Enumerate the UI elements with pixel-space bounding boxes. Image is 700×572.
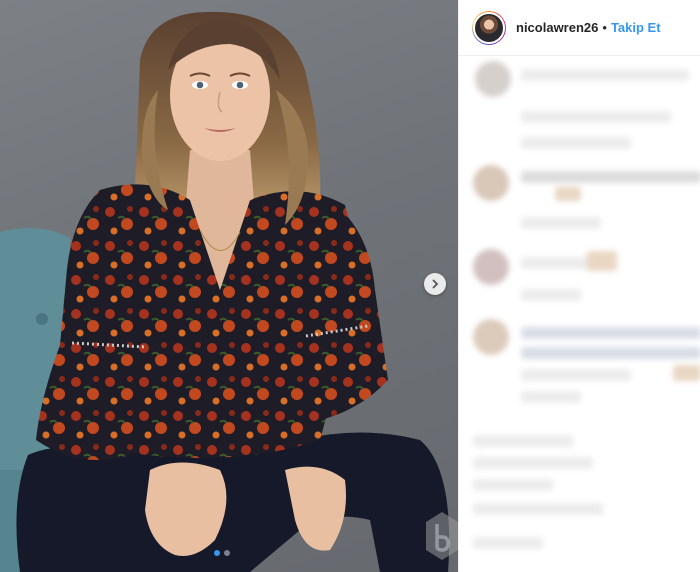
post-side-panel: nicolawren26 • Takip Et <box>458 0 700 572</box>
comment-avatar <box>473 249 509 285</box>
comment-emoji <box>587 251 617 271</box>
comment-line <box>473 503 603 515</box>
comment-line <box>521 391 581 403</box>
carousel-indicator <box>214 550 230 556</box>
comment-line <box>521 369 631 381</box>
comment-emoji <box>673 365 700 381</box>
username-link[interactable]: nicolawren26 <box>516 20 598 35</box>
comment-line <box>473 435 573 447</box>
avatar[interactable] <box>472 10 506 45</box>
comment-line <box>521 289 581 301</box>
comment-line <box>521 327 700 339</box>
header-separator: • <box>602 20 607 35</box>
comment-line <box>521 171 700 183</box>
carousel-dot <box>224 550 230 556</box>
watermark-logo <box>424 510 460 562</box>
follow-button[interactable]: Takip Et <box>611 20 661 35</box>
post-header: nicolawren26 • Takip Et <box>459 0 700 56</box>
chevron-right-icon <box>432 279 439 289</box>
comment-emoji <box>555 187 581 201</box>
carousel-dot-active <box>214 550 220 556</box>
comment-line <box>521 111 671 123</box>
next-photo-button[interactable] <box>424 273 446 295</box>
comment-line <box>521 347 700 359</box>
comment-avatar <box>475 61 511 97</box>
comment-line <box>473 457 593 469</box>
comment-line <box>473 537 543 549</box>
portrait-illustration <box>0 11 450 572</box>
comment-line <box>521 69 689 81</box>
comment-line <box>521 217 601 229</box>
comment-avatar <box>473 319 509 355</box>
comment-line <box>473 479 553 491</box>
avatar-image <box>473 11 505 44</box>
comment-avatar <box>473 165 509 201</box>
comment-line <box>521 137 631 149</box>
post-photo <box>0 0 458 572</box>
blurred-comments <box>459 57 700 572</box>
comment-line <box>521 257 591 269</box>
